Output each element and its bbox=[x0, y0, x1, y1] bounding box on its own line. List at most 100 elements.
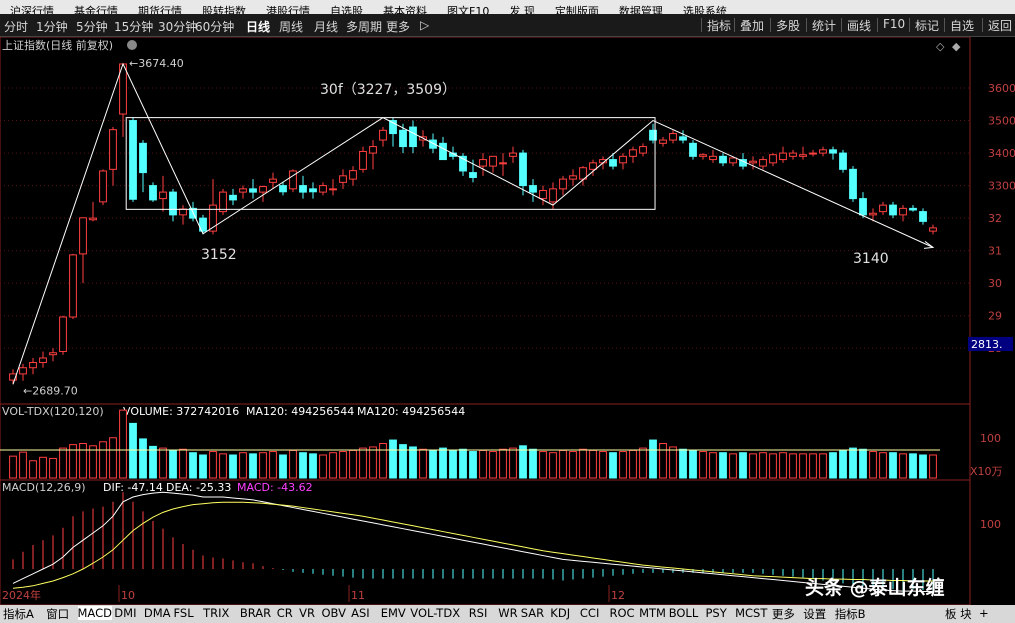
candle-body[interactable] bbox=[369, 146, 377, 154]
tab-extra-0[interactable]: 板 块 bbox=[945, 606, 972, 622]
volume-bar[interactable] bbox=[499, 448, 507, 479]
top-menu-item[interactable]: 图文F10 bbox=[437, 6, 499, 14]
candle-body[interactable] bbox=[819, 149, 827, 154]
candle-body[interactable] bbox=[479, 159, 487, 167]
candle-body[interactable] bbox=[689, 142, 697, 157]
candle-body[interactable] bbox=[869, 212, 877, 216]
volume-bar[interactable] bbox=[539, 451, 547, 479]
tab-21[interactable]: BOLL bbox=[669, 606, 699, 620]
candle-body[interactable] bbox=[849, 168, 857, 200]
tab-11[interactable]: ASI bbox=[351, 606, 370, 620]
candle-body[interactable] bbox=[159, 191, 167, 200]
volume-bar[interactable] bbox=[879, 452, 887, 479]
volume-bar[interactable] bbox=[719, 452, 727, 479]
candle-body[interactable] bbox=[909, 207, 917, 211]
volume-bar[interactable] bbox=[389, 439, 397, 479]
volume-bar[interactable] bbox=[129, 422, 137, 479]
candle-body[interactable] bbox=[179, 208, 187, 216]
volume-bar[interactable] bbox=[519, 445, 527, 479]
candle-body[interactable] bbox=[79, 217, 87, 255]
volume-bar[interactable] bbox=[169, 449, 177, 479]
candle-body[interactable] bbox=[89, 217, 97, 221]
volume-bar[interactable] bbox=[109, 437, 117, 479]
volume-bar[interactable] bbox=[229, 454, 237, 479]
volume-bar[interactable] bbox=[889, 452, 897, 479]
candle-body[interactable] bbox=[59, 316, 67, 352]
candle-body[interactable] bbox=[629, 149, 637, 157]
period-6[interactable]: 日线 bbox=[246, 18, 270, 35]
tab-extra-1[interactable]: + bbox=[979, 606, 989, 620]
period-0[interactable]: 分时 bbox=[4, 18, 28, 35]
tab-2[interactable]: MACD bbox=[77, 606, 112, 620]
candle-body[interactable] bbox=[129, 120, 137, 200]
tab-15[interactable]: WR bbox=[498, 606, 517, 620]
volume-bar[interactable] bbox=[359, 447, 367, 479]
candle-body[interactable] bbox=[709, 155, 717, 161]
period-5[interactable]: 60分钟 bbox=[195, 18, 234, 35]
volume-bar[interactable] bbox=[239, 452, 247, 479]
candle-body[interactable] bbox=[219, 191, 227, 213]
tab-19[interactable]: ROC bbox=[610, 606, 635, 620]
candle-body[interactable] bbox=[789, 152, 797, 157]
volume-bar[interactable] bbox=[429, 449, 437, 479]
tab-10[interactable]: OBV bbox=[322, 606, 346, 620]
top-menu-item[interactable]: 沪深行情 bbox=[0, 6, 64, 14]
volume-bar[interactable] bbox=[699, 451, 707, 479]
period-2[interactable]: 5分钟 bbox=[76, 18, 108, 35]
volume-bar[interactable] bbox=[89, 445, 97, 479]
more-arrow-icon[interactable]: ▷ bbox=[420, 18, 429, 32]
tab-1[interactable]: 窗口 bbox=[46, 606, 69, 622]
candle-body[interactable] bbox=[699, 154, 707, 157]
volume-bar[interactable] bbox=[149, 445, 157, 479]
tab-6[interactable]: TRIX bbox=[203, 606, 229, 620]
volume-bar[interactable] bbox=[919, 454, 927, 479]
volume-bar[interactable] bbox=[559, 449, 567, 479]
volume-bar[interactable] bbox=[469, 451, 477, 479]
volume-bar[interactable] bbox=[209, 451, 217, 479]
top-menu-item[interactable]: 股转指数 bbox=[192, 6, 256, 14]
candle-body[interactable] bbox=[559, 178, 567, 190]
candle-body[interactable] bbox=[29, 362, 37, 369]
candle-body[interactable] bbox=[299, 185, 307, 193]
volume-bar[interactable] bbox=[609, 452, 617, 479]
candle-body[interactable] bbox=[759, 159, 767, 167]
candle-body[interactable] bbox=[659, 139, 667, 144]
candle-body[interactable] bbox=[499, 162, 507, 165]
volume-bar[interactable] bbox=[589, 449, 597, 479]
candle-body[interactable] bbox=[319, 185, 327, 193]
volume-bar[interactable] bbox=[689, 449, 697, 479]
volume-bar[interactable] bbox=[739, 452, 747, 479]
volume-bar[interactable] bbox=[299, 452, 307, 479]
candle-body[interactable] bbox=[919, 211, 927, 222]
volume-bar[interactable] bbox=[929, 454, 937, 479]
volume-bar[interactable] bbox=[759, 452, 767, 479]
volume-bar[interactable] bbox=[29, 460, 37, 479]
tab-13[interactable]: VOL-TDX bbox=[410, 606, 460, 620]
volume-bar[interactable] bbox=[179, 448, 187, 479]
candle-body[interactable] bbox=[309, 188, 317, 193]
candle-body[interactable] bbox=[609, 159, 617, 167]
candle-body[interactable] bbox=[99, 170, 107, 203]
candle-body[interactable] bbox=[879, 204, 887, 213]
tab-23[interactable]: MCST bbox=[735, 606, 767, 620]
volume-bar[interactable] bbox=[349, 449, 357, 479]
volume-bar[interactable] bbox=[339, 451, 347, 479]
volume-bar[interactable] bbox=[139, 438, 147, 479]
volume-bar[interactable] bbox=[749, 453, 757, 479]
volume-bar[interactable] bbox=[869, 451, 877, 479]
volume-bar[interactable] bbox=[219, 453, 227, 479]
volume-bar[interactable] bbox=[39, 456, 47, 479]
candle-body[interactable] bbox=[109, 129, 117, 170]
candle-body[interactable] bbox=[859, 198, 867, 216]
candle-body[interactable] bbox=[39, 357, 47, 364]
top-menu-item[interactable]: 港股行情 bbox=[256, 6, 320, 14]
volume-bar[interactable] bbox=[379, 443, 387, 479]
tab-5[interactable]: FSL bbox=[174, 606, 194, 620]
tab-4[interactable]: DMA bbox=[144, 606, 171, 620]
volume-bar[interactable] bbox=[489, 451, 497, 479]
top-menu-item[interactable]: 发 现 bbox=[499, 6, 545, 14]
candle-body[interactable] bbox=[339, 175, 347, 183]
volume-bar[interactable] bbox=[669, 446, 677, 479]
volume-bar[interactable] bbox=[19, 451, 27, 479]
candle-body[interactable] bbox=[149, 185, 157, 201]
